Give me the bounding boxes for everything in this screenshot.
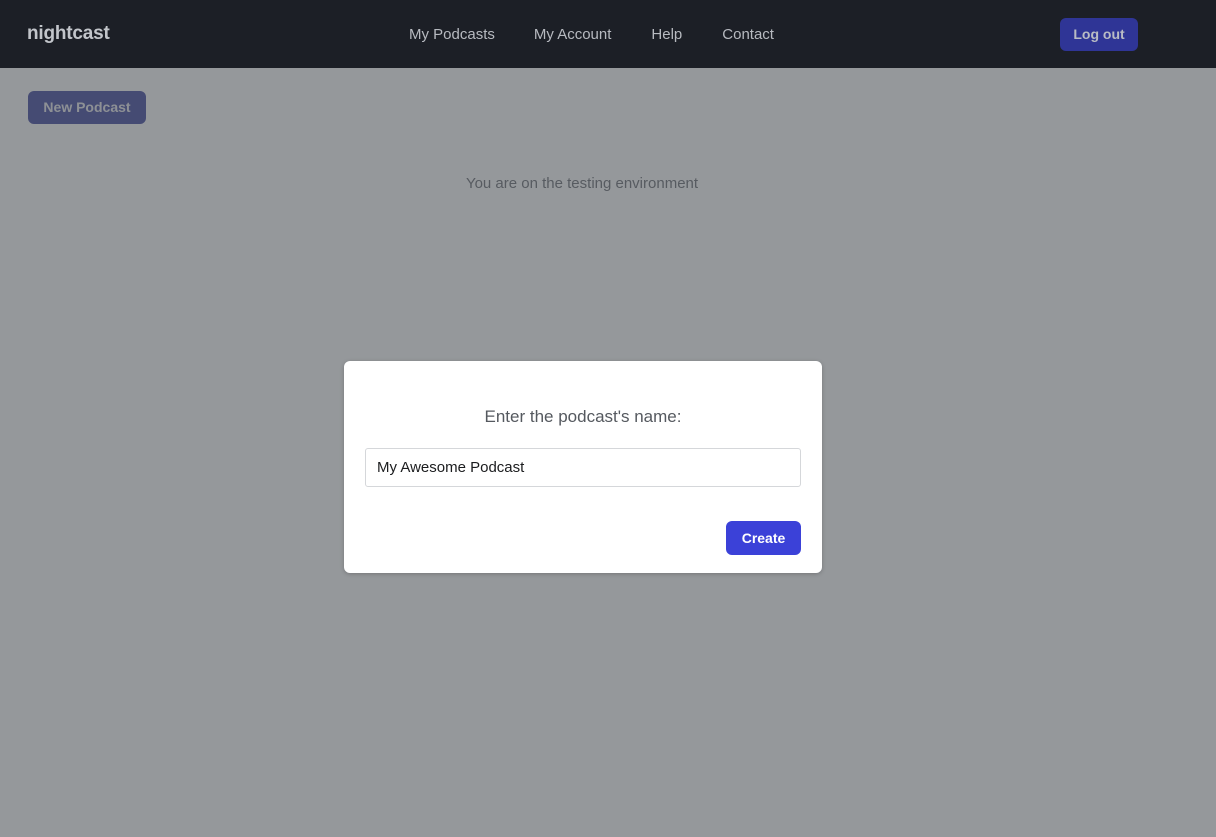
nav-item-my-podcasts[interactable]: My Podcasts [409, 26, 495, 44]
top-header: nightcast My Podcasts My Account Help Co… [0, 0, 1216, 68]
brand-logo[interactable]: nightcast [27, 23, 110, 45]
logout-button[interactable]: Log out [1060, 18, 1138, 51]
modal-title: Enter the podcast's name: [484, 407, 682, 426]
nav-item-my-account[interactable]: My Account [534, 26, 612, 44]
main-nav: My Podcasts My Account Help Contact [409, 26, 774, 44]
podcast-name-input[interactable] [365, 448, 801, 487]
create-button[interactable]: Create [726, 521, 801, 555]
app-root: New Podcast You are on the testing envir… [0, 0, 1216, 837]
nav-item-help[interactable]: Help [651, 26, 682, 44]
nav-item-contact[interactable]: Contact [722, 26, 774, 44]
